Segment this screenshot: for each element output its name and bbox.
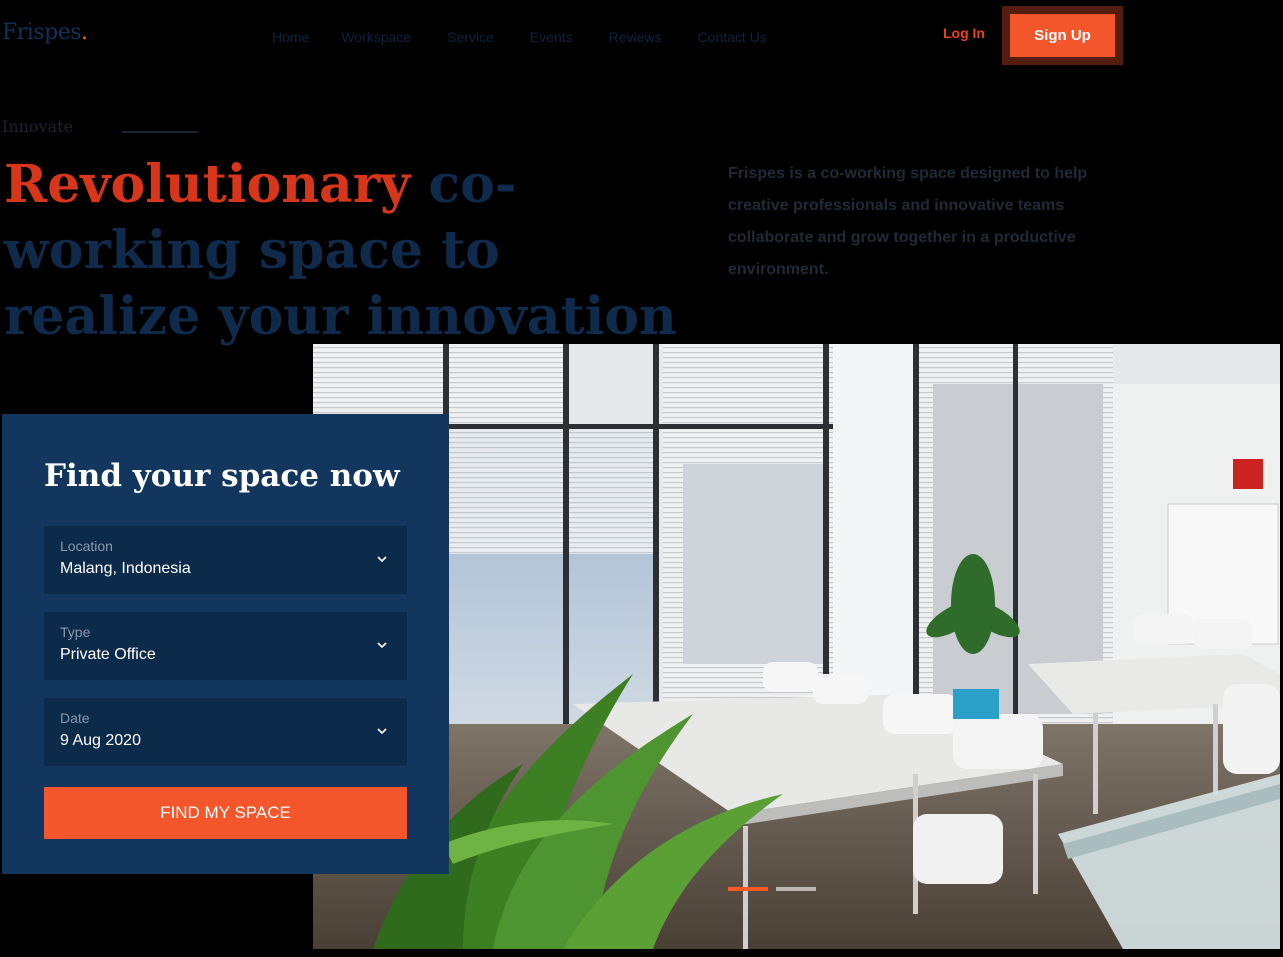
tagline-divider [122, 131, 198, 133]
headline-accent: Revolutionary [4, 154, 411, 215]
nav-events[interactable]: Events [530, 29, 573, 45]
hero-office-photo [313, 344, 1280, 949]
main-nav: Home Workspace Service Events Reviews Co… [272, 29, 803, 45]
hero-description: Frispes is a co-working space designed t… [728, 165, 1088, 278]
location-value: Malang, Indonesia [60, 560, 191, 577]
brand-logo[interactable]: Frispes. [2, 20, 88, 45]
nav-contact-us[interactable]: Contact Us [698, 29, 767, 45]
nav-home[interactable]: Home [272, 29, 309, 45]
location-label: Location [60, 538, 113, 554]
signup-button[interactable]: Sign Up [1010, 14, 1115, 57]
date-value: 9 Aug 2020 [60, 732, 141, 749]
search-form: Find your space now Location Malang, Ind… [2, 414, 449, 874]
type-value: Private Office [60, 646, 156, 663]
date-label: Date [60, 710, 90, 726]
chevron-down-icon [377, 642, 387, 649]
search-form-title: Find your space now [44, 458, 400, 494]
type-label: Type [60, 624, 91, 640]
chevron-down-icon [377, 556, 387, 563]
hero-headline: Revolutionary co-working space to realiz… [4, 152, 684, 350]
slider-dot-2[interactable] [776, 887, 816, 891]
date-select[interactable]: Date 9 Aug 2020 [44, 698, 407, 766]
location-select[interactable]: Location Malang, Indonesia [44, 526, 407, 594]
nav-service[interactable]: Service [447, 29, 494, 45]
slider-indicator [728, 887, 816, 891]
hero-tagline: Innovate [2, 117, 74, 136]
login-link[interactable]: Log In [943, 25, 985, 41]
chevron-down-icon [377, 728, 387, 735]
nav-workspace[interactable]: Workspace [341, 29, 411, 45]
type-select[interactable]: Type Private Office [44, 612, 407, 680]
nav-reviews[interactable]: Reviews [609, 29, 662, 45]
slider-dot-1[interactable] [728, 887, 768, 891]
find-my-space-button[interactable]: FIND MY SPACE [44, 787, 407, 839]
